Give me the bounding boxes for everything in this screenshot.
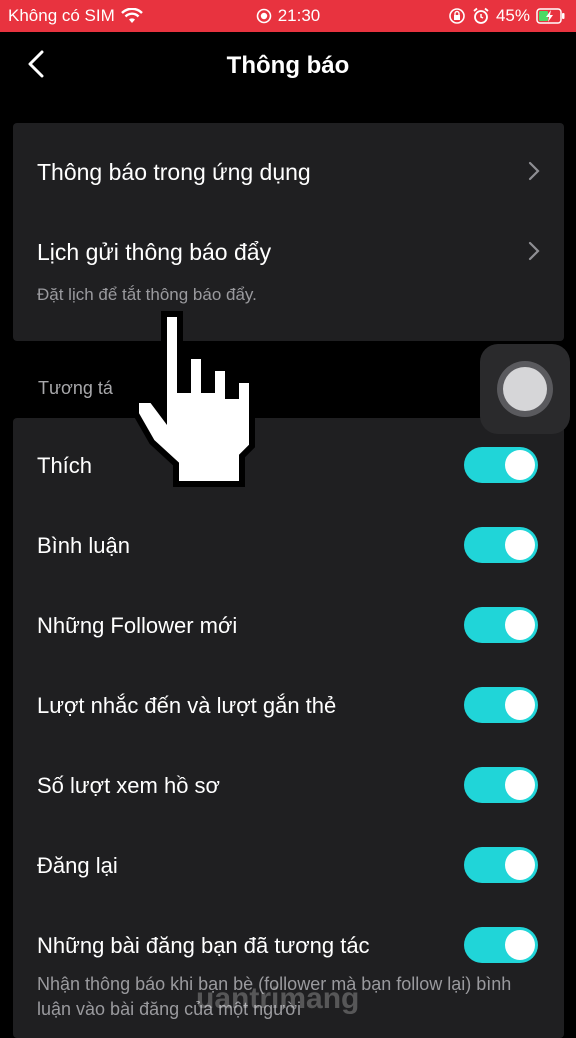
likes-toggle[interactable] (464, 447, 538, 483)
toggle-label: Thích (37, 453, 93, 478)
chevron-right-icon (528, 161, 540, 181)
in-app-notifications-row[interactable]: Thông báo trong ứng dụng (37, 153, 540, 193)
new-followers-toggle[interactable] (464, 607, 538, 643)
time-text: 21:30 (277, 6, 321, 25)
toggle-label: Bình luận (37, 533, 130, 558)
row-label: Lịch gửi thông báo đẩy (37, 239, 272, 265)
comments-toggle[interactable] (464, 527, 538, 563)
toggle-knob (505, 770, 535, 800)
profile-views-toggle[interactable] (464, 767, 538, 803)
rotation-lock-icon (448, 7, 466, 25)
interactions-card: Thích Bình luận Những Follower mới Lượt … (13, 418, 564, 1038)
push-schedule-subtitle: Đặt lịch để tắt thông báo đẩy. (37, 285, 257, 304)
toggle-label: Những Follower mới (37, 613, 238, 638)
assistive-touch-button[interactable] (480, 344, 570, 434)
watermark-text: uantrimang (196, 982, 360, 1015)
notification-settings-card: Thông báo trong ứng dụng Lịch gửi thông … (13, 123, 564, 341)
toggle-label: Đăng lại (37, 853, 118, 878)
toggle-row-profile-views: Số lượt xem hồ sơ (37, 767, 540, 807)
battery-charging-icon (536, 8, 566, 24)
status-bar: Không có SIM 21:30 45% (0, 0, 576, 32)
nav-header: Thông báo (0, 32, 576, 100)
row-label: Thông báo trong ứng dụng (37, 159, 311, 185)
alarm-icon (472, 7, 490, 25)
toggle-knob (505, 690, 535, 720)
toggle-knob (505, 610, 535, 640)
toggle-label: Lượt nhắc đến và lượt gắn thẻ (37, 693, 337, 718)
assistive-touch-ring (497, 361, 553, 417)
battery-percent: 45% (495, 6, 530, 25)
toggle-row-mentions: Lượt nhắc đến và lượt gắn thẻ (37, 687, 540, 727)
toggle-row-reposts: Đăng lại (37, 847, 540, 887)
reposts-toggle[interactable] (464, 847, 538, 883)
toggle-label: Những bài đăng bạn đã tương tác (37, 933, 370, 958)
push-schedule-row[interactable]: Lịch gửi thông báo đẩy (37, 233, 540, 273)
toggle-row-new-followers: Những Follower mới (37, 607, 540, 647)
toggle-knob (505, 850, 535, 880)
interacted-posts-toggle[interactable] (464, 927, 538, 963)
toggle-row-comments: Bình luận (37, 527, 540, 567)
toggle-row-likes: Thích (37, 447, 540, 487)
page-title: Thông báo (226, 52, 350, 79)
assistive-touch-center (503, 367, 547, 411)
toggle-knob (505, 930, 535, 960)
toggle-label: Số lượt xem hồ sơ (37, 773, 220, 798)
mentions-toggle[interactable] (464, 687, 538, 723)
toggle-knob (505, 530, 535, 560)
screen-record-icon (256, 8, 272, 24)
toggle-knob (505, 450, 535, 480)
section-label: Tương tá (38, 378, 113, 398)
pointer-hand-icon (130, 306, 266, 497)
toggle-row-interacted-posts: Những bài đăng bạn đã tương tác (37, 927, 540, 967)
chevron-right-icon (528, 241, 540, 261)
